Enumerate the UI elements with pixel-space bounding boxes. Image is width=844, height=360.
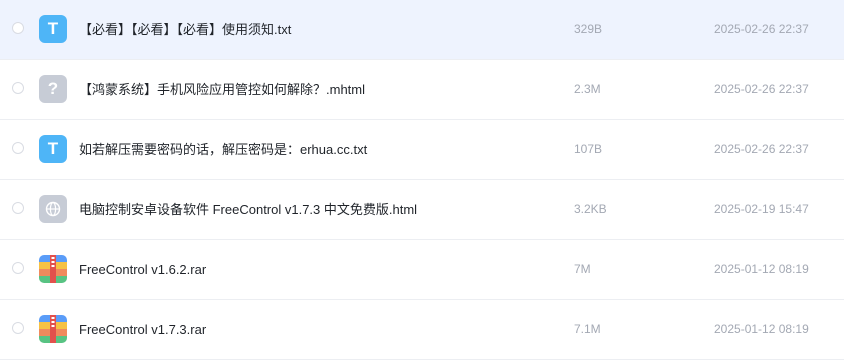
file-row[interactable]: FreeControl v1.6.2.rar 7M 2025-01-12 08:… [0,240,844,300]
row-checkbox[interactable] [12,22,24,34]
file-list: T 【必看】【必看】【必看】使用须知.txt 329B 2025-02-26 2… [0,0,844,360]
file-date: 2025-02-26 22:37 [714,142,809,156]
file-row[interactable]: ? 【鸿蒙系统】手机风险应用管控如何解除？.mhtml 2.3M 2025-02… [0,60,844,120]
file-name[interactable]: 如若解压需要密码的话，解压密码是：erhua.cc.txt [79,120,367,179]
file-name[interactable]: 电脑控制安卓设备软件 FreeControl v1.7.3 中文免费版.html [79,180,417,239]
globe-icon [45,201,61,217]
file-size: 7.1M [574,322,601,336]
text-file-icon: T [39,15,67,43]
row-checkbox[interactable] [12,202,24,214]
file-row[interactable]: T 【必看】【必看】【必看】使用须知.txt 329B 2025-02-26 2… [0,0,844,60]
row-checkbox[interactable] [12,262,24,274]
file-size: 3.2KB [574,202,607,216]
file-date: 2025-02-26 22:37 [714,22,809,36]
file-name[interactable]: FreeControl v1.7.3.rar [79,300,206,359]
file-row[interactable]: T 如若解压需要密码的话，解压密码是：erhua.cc.txt 107B 202… [0,120,844,180]
file-row[interactable]: FreeControl v1.7.3.rar 7.1M 2025-01-12 0… [0,300,844,360]
file-size: 7M [574,262,591,276]
file-size: 2.3M [574,82,601,96]
file-row[interactable]: 电脑控制安卓设备软件 FreeControl v1.7.3 中文免费版.html… [0,180,844,240]
web-file-icon [39,195,67,223]
file-name[interactable]: 【必看】【必看】【必看】使用须知.txt [79,0,291,59]
file-date: 2025-01-12 08:19 [714,262,809,276]
unknown-file-icon: ? [39,75,67,103]
file-size: 329B [574,22,603,36]
zip-stripes-icon [39,315,67,343]
file-date: 2025-02-19 15:47 [714,202,809,216]
file-date: 2025-01-12 08:19 [714,322,809,336]
archive-file-icon [39,255,67,283]
archive-file-icon [39,315,67,343]
file-name[interactable]: 【鸿蒙系统】手机风险应用管控如何解除？.mhtml [79,60,365,119]
zip-stripes-icon [39,255,67,283]
file-name[interactable]: FreeControl v1.6.2.rar [79,240,206,299]
file-date: 2025-02-26 22:37 [714,82,809,96]
row-checkbox[interactable] [12,322,24,334]
row-checkbox[interactable] [12,142,24,154]
text-file-icon: T [39,135,67,163]
file-size: 107B [574,142,603,156]
row-checkbox[interactable] [12,82,24,94]
